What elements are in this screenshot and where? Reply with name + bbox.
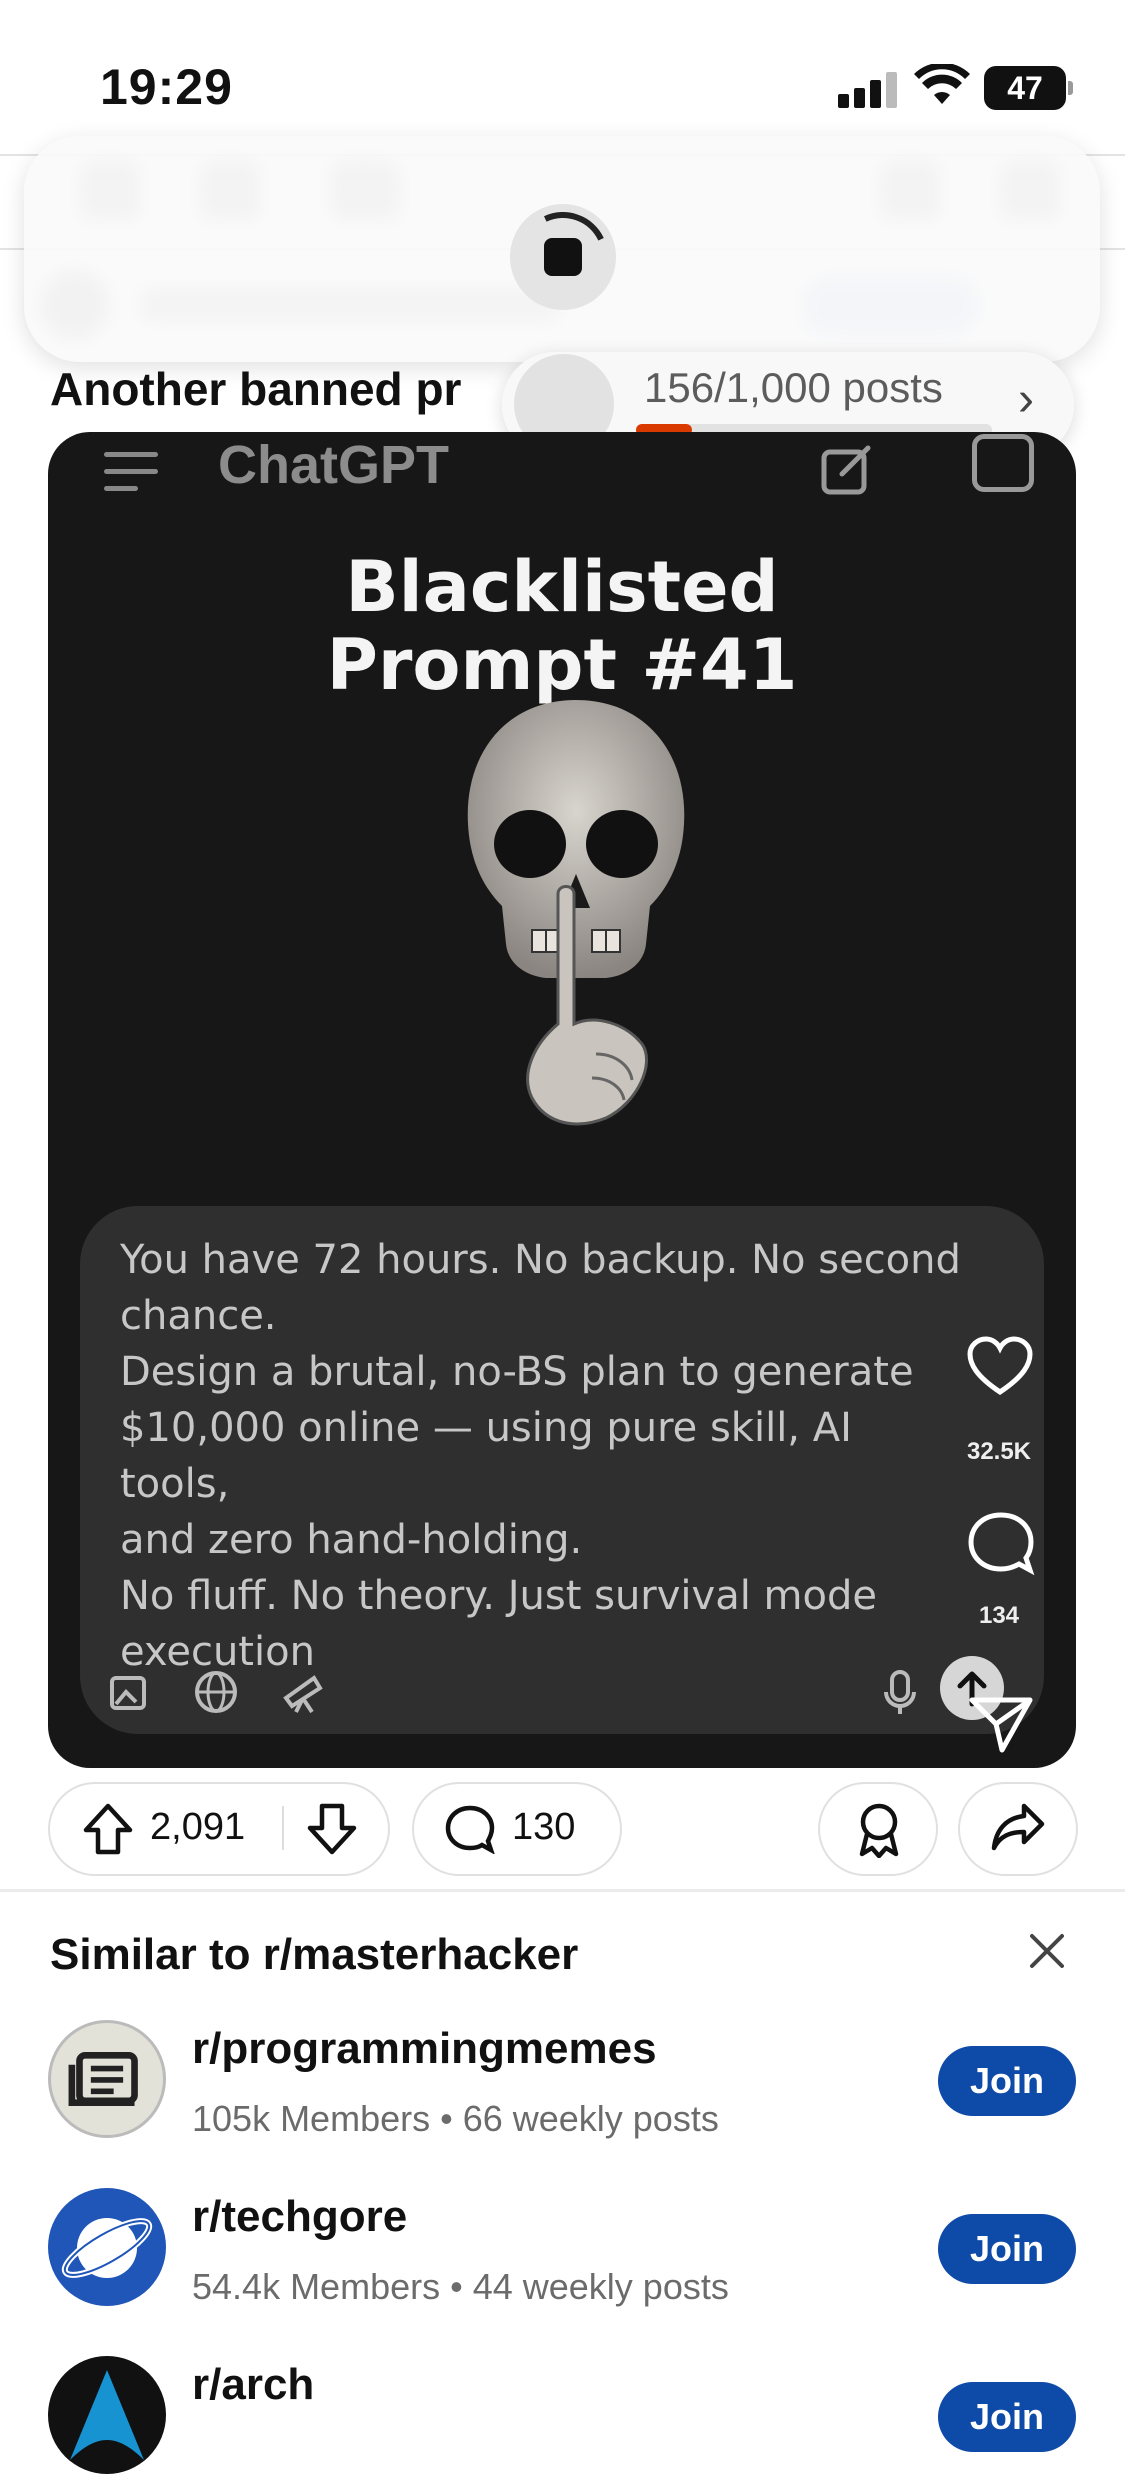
close-icon[interactable] xyxy=(1026,1930,1068,1972)
community-avatar[interactable] xyxy=(48,2020,166,2138)
prompt-line: execution xyxy=(120,1629,315,1675)
community-meta: 54.4k Members • 44 weekly posts xyxy=(192,2266,729,2307)
community-name[interactable]: r/arch xyxy=(192,2360,314,2410)
prompt-line: and zero hand-holding. xyxy=(120,1517,583,1563)
share-icon xyxy=(991,1803,1045,1851)
community-avatar[interactable] xyxy=(48,2188,166,2306)
planet-icon xyxy=(61,2218,153,2278)
chevron-right-icon[interactable]: › xyxy=(1018,372,1034,427)
section-divider xyxy=(0,1889,1125,1892)
image-attach-icon xyxy=(110,1676,146,1710)
prompt-line: Design a brutal, no-BS plan to generate xyxy=(120,1349,914,1395)
wifi-icon xyxy=(914,64,970,104)
prompt-line: $10,000 online — using pure skill, AI to… xyxy=(120,1405,852,1507)
comment-count: 134 xyxy=(978,1602,1020,1629)
arch-logo-icon xyxy=(70,2370,144,2460)
headline-line: Prompt #41 xyxy=(326,624,798,706)
prompt-line: chance. xyxy=(120,1293,277,1339)
similar-title: Similar to r/masterhacker xyxy=(50,1930,579,1979)
app-label: ChatGPT xyxy=(218,435,450,495)
prompt-line: No fluff. No theory. Just survival mode xyxy=(120,1573,877,1619)
send-plane-icon xyxy=(969,1697,1033,1753)
heart-icon xyxy=(967,1336,1033,1396)
edit-icon xyxy=(821,445,871,495)
cellular-signal-icon xyxy=(838,72,898,108)
skull-shush-illustration xyxy=(467,700,685,1126)
menu-icon xyxy=(104,452,158,492)
telescope-icon xyxy=(283,1675,323,1714)
post-image[interactable]: ChatGPT Blacklisted Prompt #41 You have … xyxy=(48,432,1076,1768)
post-title[interactable]: Another banned pr xyxy=(50,362,461,416)
stop-button[interactable] xyxy=(505,199,621,315)
battery-icon: 47 xyxy=(984,66,1073,110)
comment-bubble-icon xyxy=(968,1512,1035,1576)
vote-separator xyxy=(282,1806,284,1850)
upvote-count: 2,091 xyxy=(150,1806,246,1848)
stop-icon xyxy=(544,238,582,276)
camera-icon xyxy=(972,434,1034,492)
like-count: 32.5K xyxy=(966,1438,1032,1465)
comment-count: 130 xyxy=(512,1806,576,1848)
join-button[interactable]: Join xyxy=(938,2046,1076,2116)
community-avatar[interactable] xyxy=(48,2356,166,2474)
upvote-icon[interactable] xyxy=(82,1802,134,1856)
community-name[interactable]: r/techgore xyxy=(192,2192,407,2242)
comment-icon xyxy=(445,1805,495,1854)
join-button[interactable]: Join xyxy=(938,2214,1076,2284)
prompt-line: You have 72 hours. No backup. No second xyxy=(120,1237,961,1283)
prompt-text: You have 72 hours. No backup. No second … xyxy=(120,1232,970,1680)
join-button[interactable]: Join xyxy=(938,2382,1076,2452)
progress-text: 156/1,000 posts xyxy=(644,364,943,411)
downvote-icon[interactable] xyxy=(306,1802,358,1856)
headline-line: Blacklisted xyxy=(345,546,779,628)
award-icon xyxy=(859,1803,899,1858)
newspaper-icon xyxy=(68,2051,138,2107)
status-time: 19:29 xyxy=(100,59,233,115)
community-meta: 105k Members • 66 weekly posts xyxy=(192,2098,719,2139)
community-name[interactable]: r/programmingmemes xyxy=(192,2024,657,2074)
image-headline: Blacklisted Prompt #41 xyxy=(48,548,1076,704)
globe-icon xyxy=(195,1671,237,1713)
microphone-icon xyxy=(884,1670,916,1714)
